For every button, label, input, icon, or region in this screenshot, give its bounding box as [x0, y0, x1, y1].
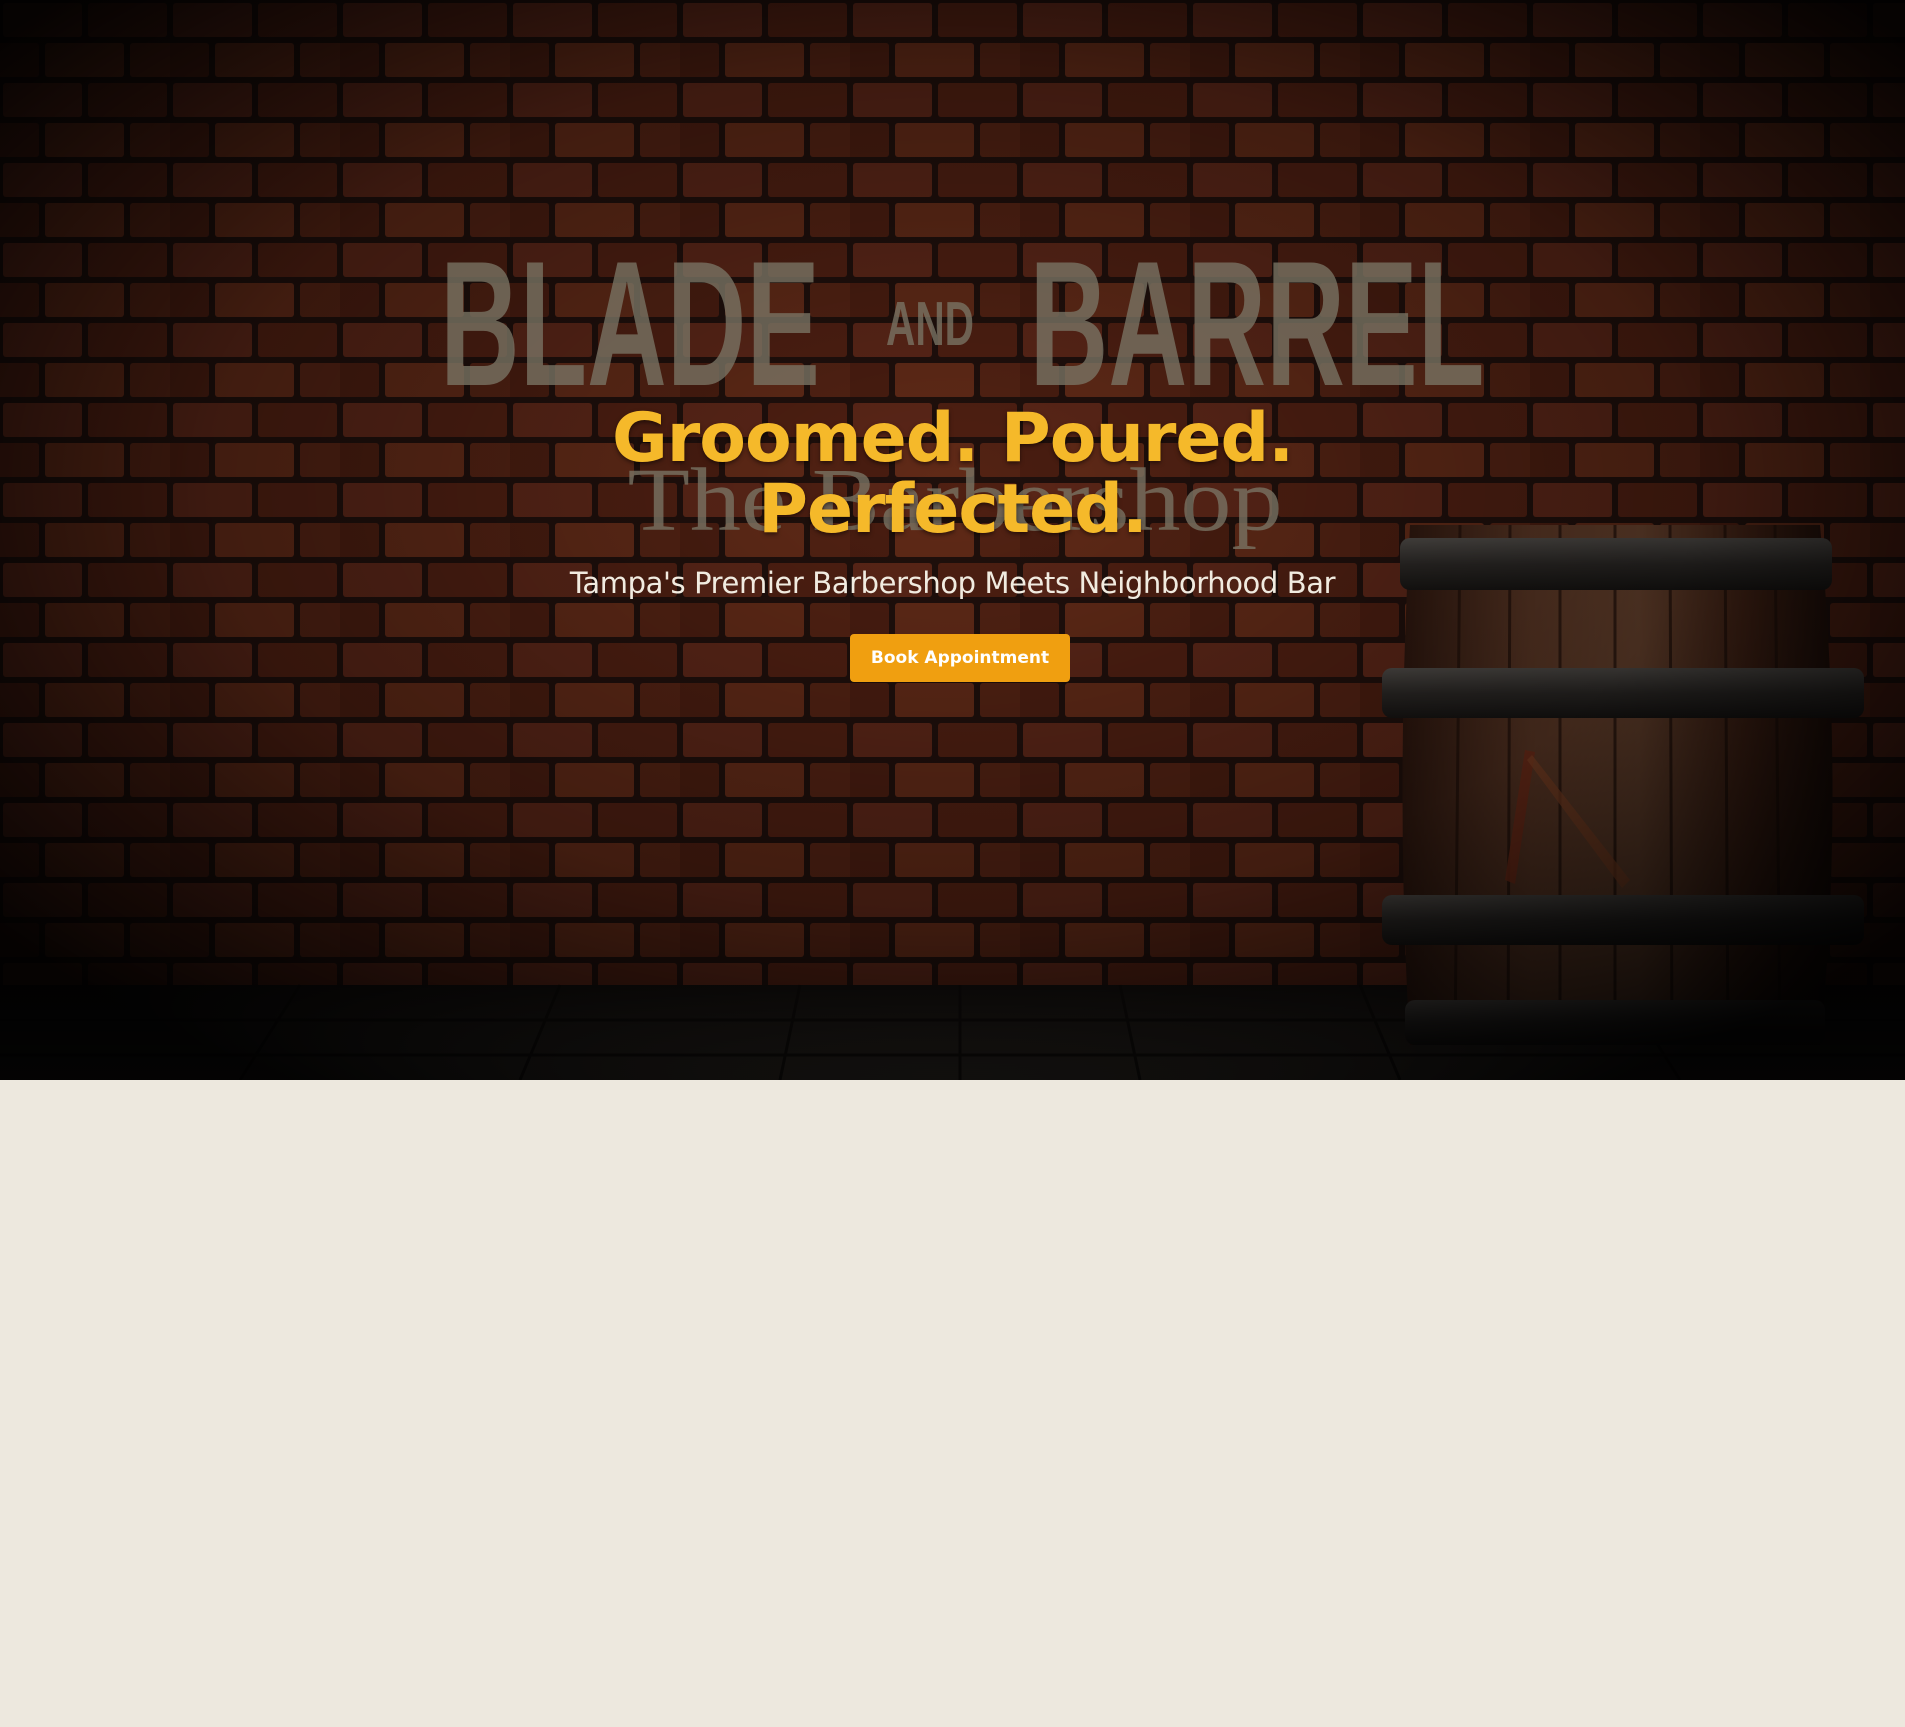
book-appointment-button[interactable]: Book Appointment — [850, 634, 1070, 682]
hero-content: Groomed. Poured. Perfected. Tampa's Prem… — [0, 0, 1905, 1080]
hero-headline-line-1: Groomed. Poured. — [611, 399, 1294, 478]
hero-headline-line-2: Perfected. — [758, 470, 1148, 549]
hero-section: BLADE AND BARREL The Barbershop Groomed.… — [0, 0, 1905, 1080]
hero-tagline: Tampa's Premier Barbershop Meets Neighbo… — [569, 566, 1336, 600]
page-body-empty — [0, 1080, 1905, 1727]
